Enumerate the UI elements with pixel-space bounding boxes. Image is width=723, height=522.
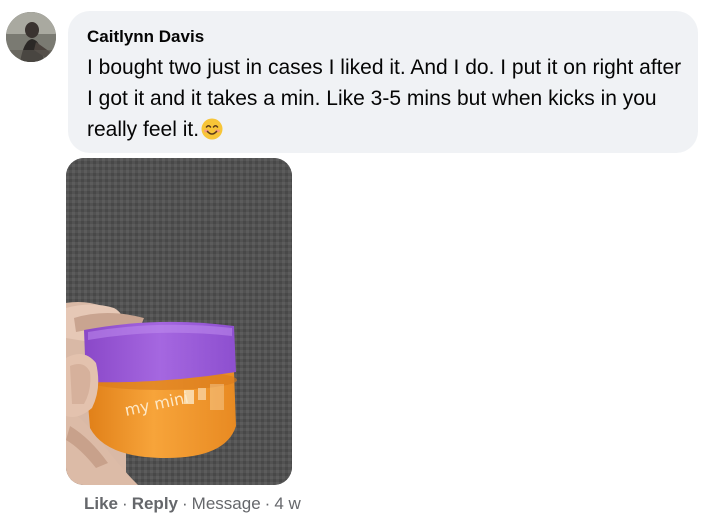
profile-photo [6, 12, 56, 62]
comment-attachment-photo[interactable]: my mini [66, 158, 292, 485]
comment-bubble: Caitlynn Davis I bought two just in case… [68, 11, 698, 153]
comment-author[interactable]: Caitlynn Davis [87, 26, 682, 48]
separator: · [122, 494, 128, 513]
avatar[interactable] [6, 12, 56, 62]
comment-text: I bought two just in cases I liked it. A… [87, 56, 682, 141]
comment-text-container: I bought two just in cases I liked it. A… [87, 52, 682, 145]
message-link[interactable]: Message [192, 494, 261, 513]
reply-button[interactable]: Reply [132, 494, 178, 513]
comment-actions: Like · Reply · Message · 4 w [84, 493, 301, 515]
separator: · [264, 494, 271, 513]
timestamp-link[interactable]: 4 w [274, 494, 300, 513]
separator: · [182, 494, 188, 513]
smiling-face-icon [201, 118, 223, 140]
like-button[interactable]: Like [84, 494, 118, 513]
